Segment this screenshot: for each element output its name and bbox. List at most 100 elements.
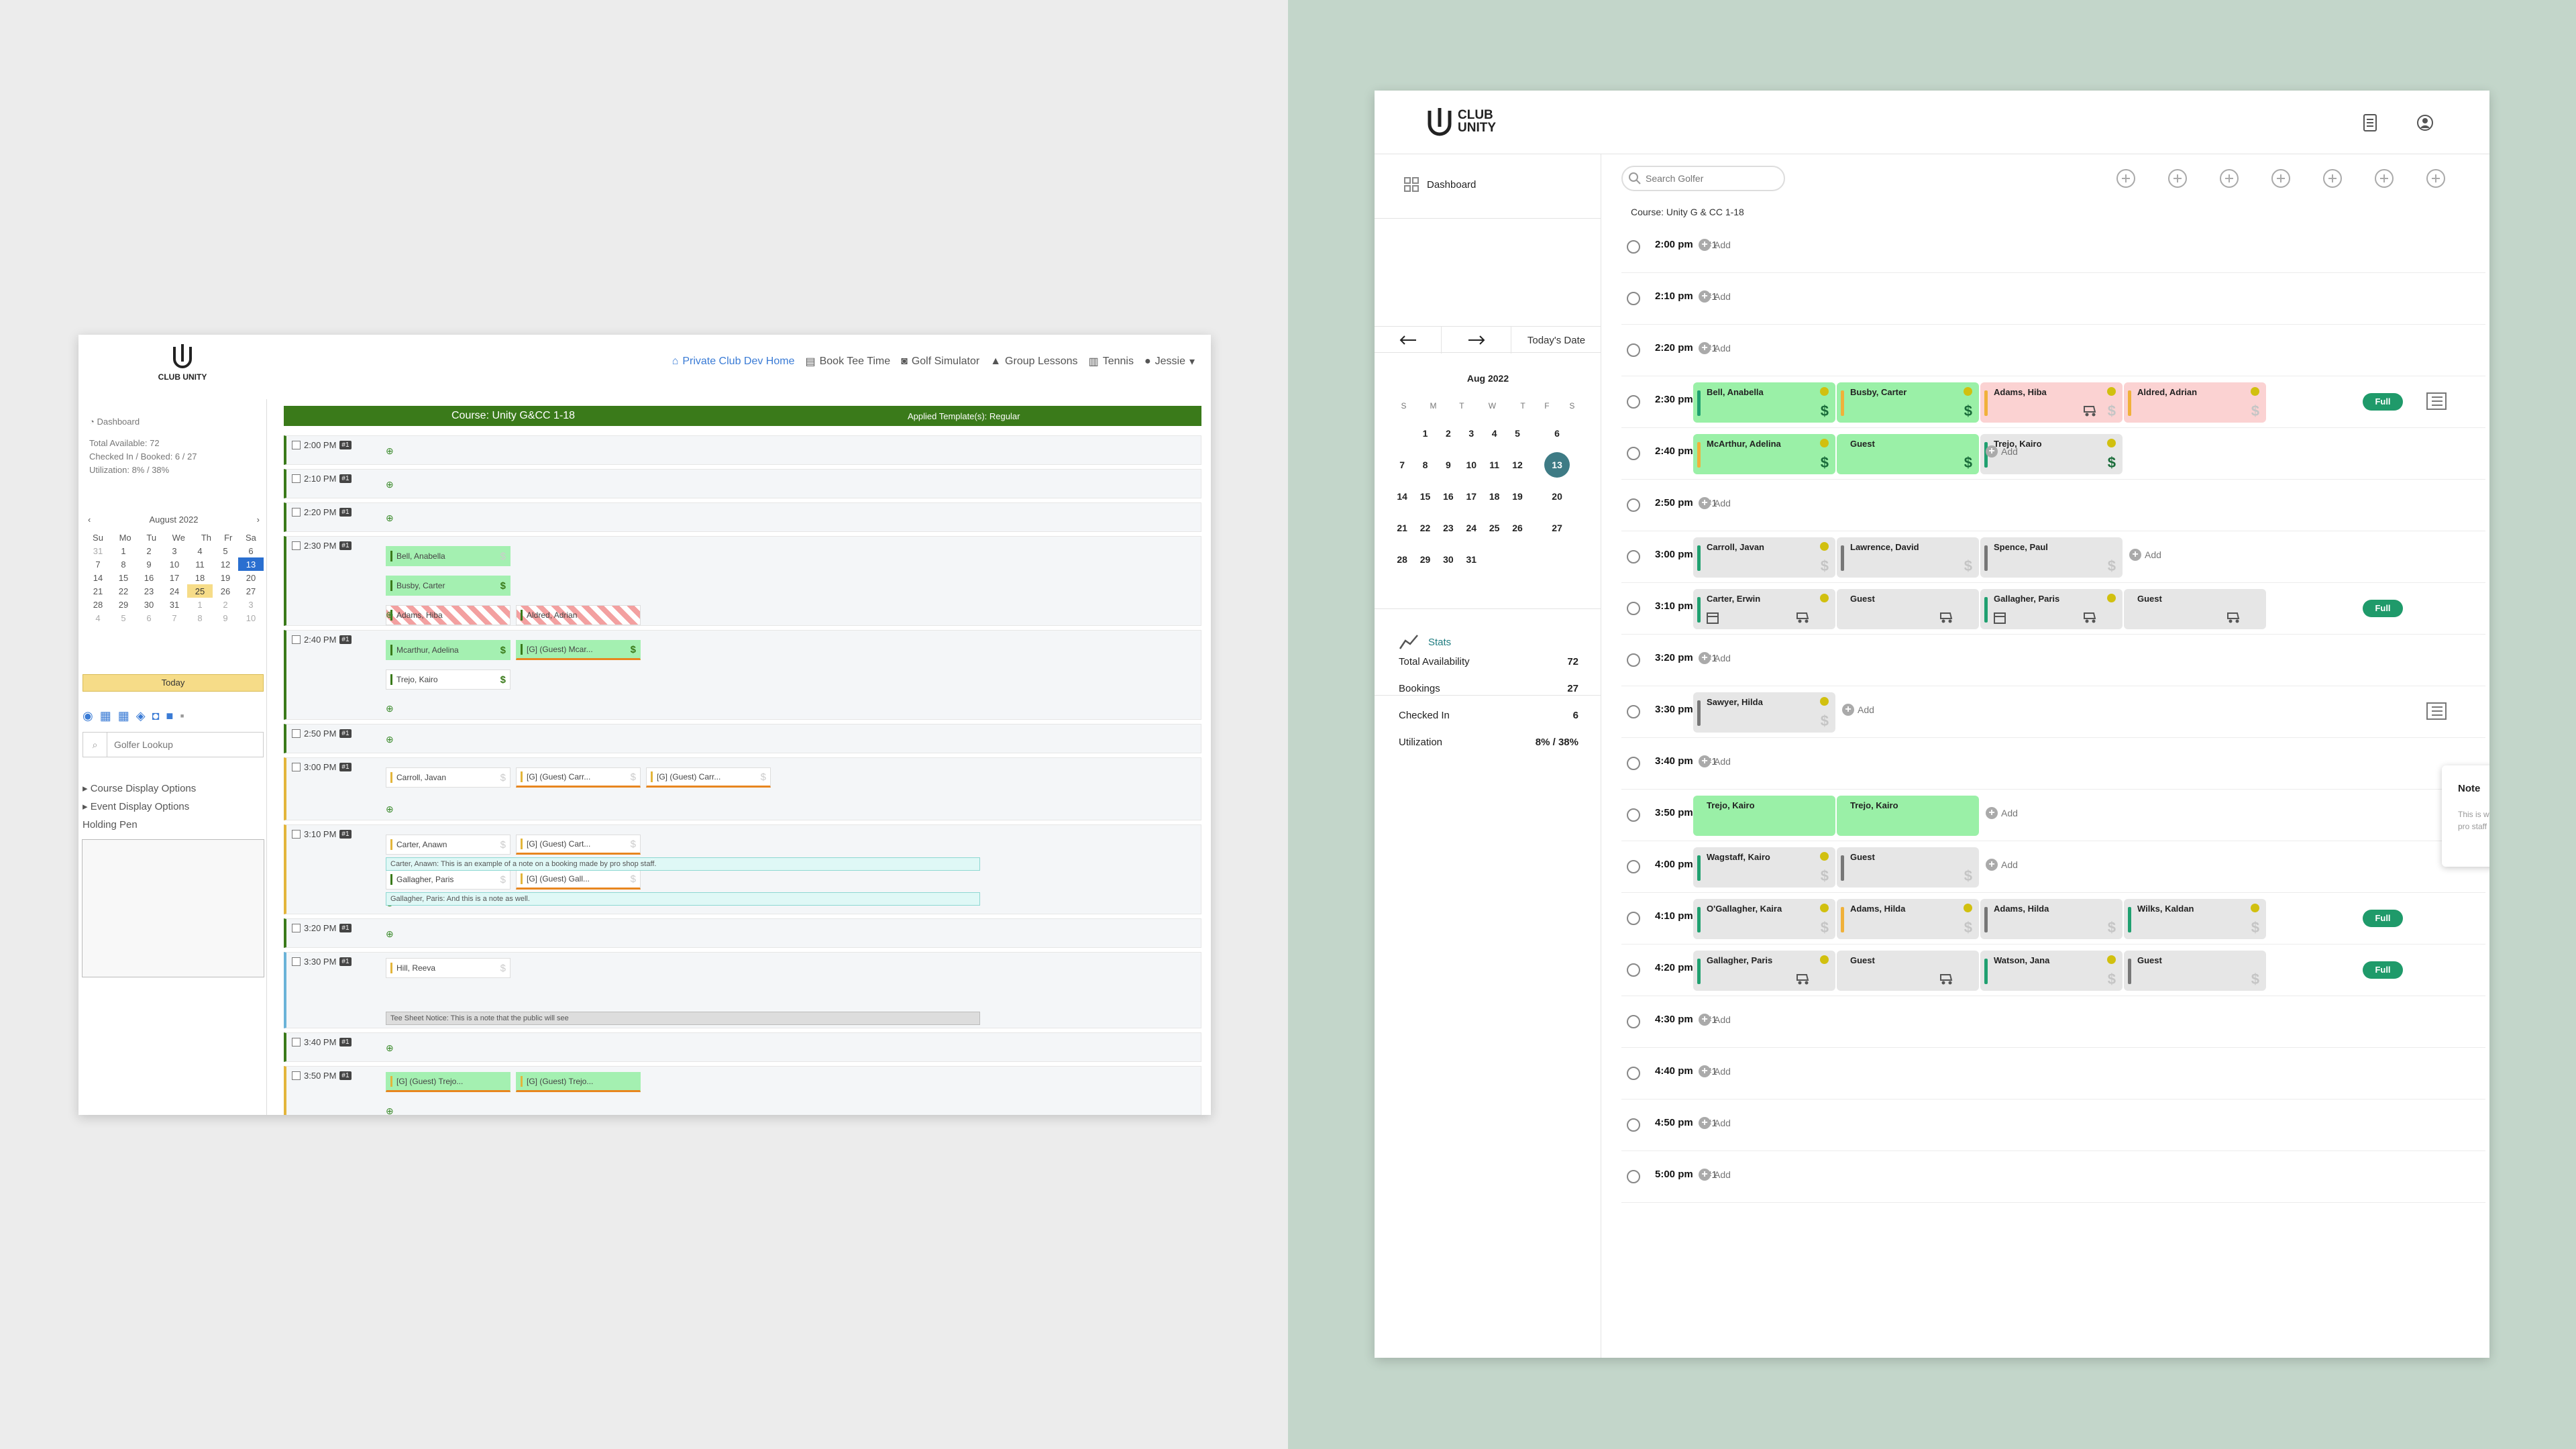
old-dashboard-link[interactable]: ◔ Dashboard <box>89 415 140 429</box>
player-slot[interactable]: Carroll, Javan $ <box>386 767 511 788</box>
player-card[interactable]: Wilks, Kaldan $ <box>2124 899 2266 939</box>
golf-ball-icon[interactable] <box>2114 166 2138 191</box>
player-slot[interactable]: Hill, Reeva $ <box>386 958 511 978</box>
cart-icon[interactable]: ◘ <box>152 709 160 723</box>
player-card[interactable]: Aldred, Adrian $ <box>2124 382 2266 423</box>
calendar-day[interactable]: 6 <box>1529 417 1585 449</box>
add-player-button[interactable]: + Add <box>1699 239 1731 251</box>
calendar-day[interactable]: 18 <box>187 571 213 584</box>
player-slot[interactable]: Trejo, Kairo $ <box>386 669 511 690</box>
calendar-day[interactable]: 9 <box>213 611 238 625</box>
add-player-icon[interactable]: ⊕ <box>386 703 399 714</box>
calendar-day[interactable]: 3 <box>1460 417 1483 449</box>
calendar-day[interactable]: 8 <box>111 557 136 571</box>
calendar-day[interactable]: 16 <box>1437 480 1460 512</box>
clock-icon[interactable] <box>2217 166 2241 191</box>
add-player-icon[interactable]: ⊕ <box>386 804 399 814</box>
row-select-radio[interactable] <box>1627 860 1640 873</box>
calendar-day[interactable]: 7 <box>162 611 187 625</box>
document-icon[interactable] <box>2362 113 2378 132</box>
email-icon[interactable] <box>2269 166 2293 191</box>
course-display-options[interactable]: ▸ Course Display Options <box>83 782 196 794</box>
dashboard-link[interactable]: Dashboard <box>1404 177 1476 192</box>
player-card[interactable]: Guest <box>1837 589 1979 629</box>
calendar-day[interactable]: 19 <box>213 571 238 584</box>
event-display-options[interactable]: ▸ Event Display Options <box>83 800 189 812</box>
row-select-radio[interactable] <box>1627 395 1640 409</box>
nav-private-club-home[interactable]: ⌂ Private Club Dev Home <box>672 355 795 368</box>
today-button[interactable]: Today <box>83 674 264 692</box>
calendar-day[interactable]: 15 <box>111 571 136 584</box>
print-icon[interactable]: ▪ <box>180 709 184 723</box>
row-checkbox[interactable] <box>292 541 301 550</box>
calendar-day[interactable]: 26 <box>1506 512 1529 543</box>
row-select-radio[interactable] <box>1627 602 1640 615</box>
row-select-radio[interactable] <box>1627 1118 1640 1132</box>
calendar-day[interactable]: 22 <box>1413 512 1436 543</box>
calendar-day[interactable]: 22 <box>111 584 136 598</box>
row-checkbox[interactable] <box>292 1038 301 1046</box>
calendar-day[interactable]: 25 <box>187 584 213 598</box>
row-checkbox[interactable] <box>292 508 301 517</box>
calendar-day[interactable]: 7 <box>85 557 111 571</box>
player-slot[interactable]: [G] (Guest) Carr... $ <box>516 767 641 788</box>
calendar-day[interactable]: 16 <box>136 571 162 584</box>
player-slot[interactable]: Busby, Carter $ <box>386 576 511 596</box>
calendar-day[interactable]: 1 <box>1413 417 1436 449</box>
food-icon[interactable] <box>2424 166 2448 191</box>
add-player-button[interactable]: + Add <box>1699 1014 1731 1026</box>
calendar-day[interactable]: 26 <box>213 584 238 598</box>
add-player-button[interactable]: + Add <box>1699 290 1731 303</box>
row-checkbox[interactable] <box>292 830 301 839</box>
player-card[interactable]: Adams, Hilda $ <box>1980 899 2123 939</box>
calendar-day[interactable]: 12 <box>1506 449 1529 480</box>
player-card[interactable]: Adams, Hiba $ <box>1980 382 2123 423</box>
row-select-radio[interactable] <box>1627 343 1640 357</box>
scorecard-icon[interactable] <box>2165 166 2190 191</box>
nav-user-menu[interactable]: ● Jessie ▾ <box>1144 355 1195 368</box>
calendar-day[interactable]: 28 <box>85 598 111 611</box>
player-card[interactable]: Guest <box>2124 589 2266 629</box>
calendar-day[interactable]: 21 <box>1391 512 1413 543</box>
row-select-radio[interactable] <box>1627 1170 1640 1183</box>
row-select-radio[interactable] <box>1627 808 1640 822</box>
player-slot[interactable]: [G] (Guest) Gall... $ <box>516 869 641 890</box>
row-checkbox[interactable] <box>292 729 301 738</box>
row-select-radio[interactable] <box>1627 447 1640 460</box>
calendar-day[interactable]: 15 <box>1413 480 1436 512</box>
calendar-day[interactable]: 28 <box>1391 543 1413 575</box>
player-card[interactable]: Carter, Erwin <box>1693 589 1835 629</box>
search-golfer-input[interactable] <box>1646 173 1773 184</box>
calendar-day[interactable]: 1 <box>187 598 213 611</box>
calendar-day[interactable]: 4 <box>85 611 111 625</box>
calendar-day[interactable]: 9 <box>136 557 162 571</box>
calendar-day[interactable]: 20 <box>238 571 264 584</box>
add-player-icon[interactable]: ⊕ <box>386 513 399 523</box>
player-card[interactable]: Spence, Paul $ <box>1980 537 2123 578</box>
user-add-icon[interactable] <box>2320 166 2345 191</box>
player-card[interactable]: Guest <box>1837 951 1979 991</box>
add-player-button[interactable]: + Add <box>1699 1117 1731 1129</box>
calendar-day[interactable]: 5 <box>111 611 136 625</box>
row-checkbox[interactable] <box>292 1071 301 1080</box>
add-player-button[interactable]: + Add <box>1699 755 1731 767</box>
row-checkbox[interactable] <box>292 957 301 966</box>
calendar-day[interactable]: 10 <box>162 557 187 571</box>
prev-date-button[interactable] <box>1375 327 1442 354</box>
player-slot[interactable]: Carter, Anawn $ <box>386 835 511 855</box>
prev-month-icon[interactable]: ‹ <box>88 515 91 525</box>
add-player-icon[interactable]: ⊕ <box>386 445 399 456</box>
notes-list-icon[interactable] <box>2426 701 2447 721</box>
calendar-day[interactable]: 27 <box>1529 512 1585 543</box>
add-booking-icon[interactable]: ◉ <box>83 709 93 723</box>
player-slot[interactable]: [G] (Guest) Mcar... $ <box>516 640 641 660</box>
calendar-day[interactable]: 2 <box>1437 417 1460 449</box>
next-month-icon[interactable]: › <box>257 515 260 525</box>
row-select-radio[interactable] <box>1627 705 1640 718</box>
search-golfer[interactable] <box>1621 166 1785 191</box>
row-select-radio[interactable] <box>1627 550 1640 564</box>
calendar-day[interactable]: 30 <box>136 598 162 611</box>
player-card[interactable]: Gallagher, Paris <box>1693 951 1835 991</box>
calendar-day[interactable]: 13 <box>1529 449 1585 480</box>
row-checkbox[interactable] <box>292 635 301 644</box>
